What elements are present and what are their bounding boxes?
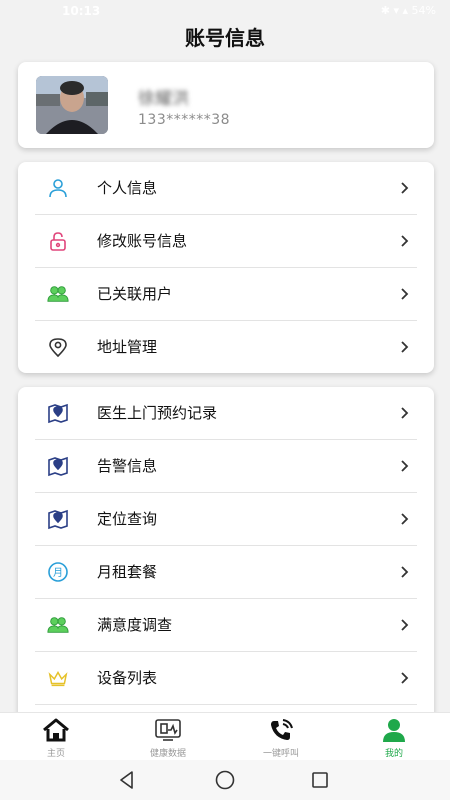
menu-item-label: 满意度调查 [97, 616, 173, 634]
account-menu: 个人信息 修改账号信息 已关联用户 地址管理 [18, 162, 434, 373]
menu-item-personal-info[interactable]: 个人信息 [35, 162, 417, 215]
status-bar: 10:13 ✱ ▾ ▴ 54% [0, 0, 450, 20]
menu-item-label: 定位查询 [97, 510, 158, 528]
profile-icon [379, 717, 409, 743]
month-icon-glyph: 月 [53, 567, 63, 579]
user-name: 徐耀洪 [138, 89, 189, 109]
menu-item-location-query[interactable]: 定位查询 [35, 493, 417, 546]
tab-label: 我的 [384, 749, 403, 759]
bottom-tab-bar: 主页 健康数据 一键呼叫 我的 [0, 712, 450, 760]
menu-item-label: 设备列表 [97, 669, 158, 687]
menu-item-label: 地址管理 [97, 338, 158, 356]
recents-square-icon[interactable] [308, 768, 332, 792]
tab-label: 主页 [46, 749, 65, 759]
menu-item-linked-users[interactable]: 已关联用户 [35, 268, 417, 321]
map-pin-icon [47, 455, 69, 477]
home-circle-icon[interactable] [213, 768, 237, 792]
menu-item-label: 医生上门预约记录 [97, 404, 218, 422]
location-pin-icon [47, 336, 69, 358]
map-pin-icon [47, 402, 69, 424]
user-phone: 133******38 [138, 112, 231, 128]
tab-health-data[interactable]: 健康数据 [112, 713, 224, 761]
chevron-right-icon [397, 339, 413, 355]
menu-item-satisfaction-survey[interactable]: 满意度调查 [35, 599, 417, 652]
system-nav-bar [0, 760, 450, 800]
person-icon [47, 177, 69, 199]
chevron-right-icon [397, 511, 413, 527]
tab-emergency-call[interactable]: 一键呼叫 [225, 713, 337, 761]
services-menu: 医生上门预约记录 告警信息 定位查询 月 月租套餐 满意度调查 设备列表 [18, 387, 434, 727]
profile-card[interactable]: 徐耀洪 133******38 [18, 62, 434, 148]
chevron-right-icon [397, 617, 413, 633]
home-icon [41, 717, 71, 743]
menu-item-doctor-visits[interactable]: 医生上门预约记录 [35, 387, 417, 440]
month-icon: 月 [47, 561, 69, 583]
map-pin-icon [47, 508, 69, 530]
menu-item-label: 月租套餐 [97, 563, 158, 581]
users-icon [47, 283, 69, 305]
health-data-icon [153, 717, 183, 743]
crown-icon [47, 667, 69, 689]
chevron-right-icon [397, 564, 413, 580]
back-icon[interactable] [115, 768, 139, 792]
menu-item-device-list[interactable]: 设备列表 [35, 652, 417, 705]
menu-item-address[interactable]: 地址管理 [35, 321, 417, 373]
chevron-right-icon [397, 405, 413, 421]
phone-call-icon [266, 717, 296, 743]
page-title: 账号信息 [185, 26, 265, 50]
tab-me[interactable]: 我的 [338, 713, 450, 761]
tab-home[interactable]: 主页 [0, 713, 112, 761]
lock-icon [47, 230, 69, 252]
users-icon [47, 614, 69, 636]
menu-item-label: 已关联用户 [97, 285, 173, 303]
tab-label: 健康数据 [149, 749, 186, 759]
avatar [36, 76, 108, 134]
menu-item-label: 个人信息 [97, 179, 158, 197]
chevron-right-icon [397, 180, 413, 196]
tab-label: 一键呼叫 [262, 749, 299, 759]
status-icons: ✱ ▾ ▴ 54% [380, 4, 436, 17]
menu-item-edit-account[interactable]: 修改账号信息 [35, 215, 417, 268]
menu-item-alerts[interactable]: 告警信息 [35, 440, 417, 493]
chevron-right-icon [397, 286, 413, 302]
menu-item-monthly-plan[interactable]: 月 月租套餐 [35, 546, 417, 599]
menu-item-label: 告警信息 [97, 457, 158, 475]
chevron-right-icon [397, 458, 413, 474]
menu-item-label: 修改账号信息 [97, 232, 188, 250]
chevron-right-icon [397, 670, 413, 686]
chevron-right-icon [397, 233, 413, 249]
status-time: 10:13 [62, 4, 101, 18]
